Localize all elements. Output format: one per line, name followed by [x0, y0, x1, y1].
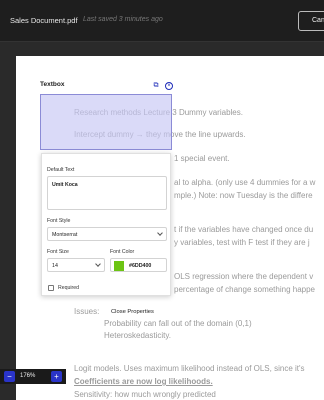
doc-line: percentage of change something happe — [174, 285, 315, 294]
doc-line: al to alpha. (only use 4 dummies for a w — [174, 178, 316, 187]
doc-line: Heteroskedasticity. — [104, 331, 171, 340]
saved-status: Last saved 3 minutes ago — [83, 16, 163, 23]
zoom-out-icon[interactable]: − — [4, 371, 15, 382]
font-size-label: Font Size — [47, 249, 69, 255]
font-size-select[interactable]: 14 — [47, 258, 105, 272]
close-properties-button[interactable]: Close Properties — [111, 309, 154, 315]
font-color-picker[interactable]: #6DD400 — [110, 258, 167, 272]
doc-line: Issues: — [74, 307, 100, 316]
required-checkbox[interactable] — [48, 285, 54, 291]
required-label: Required — [58, 285, 80, 291]
default-text-input[interactable]: Umit Koca — [47, 176, 167, 210]
copy-icon[interactable]: ⧉ — [152, 82, 160, 90]
doc-line: Probability can fall out of the domain (… — [104, 319, 252, 328]
doc-line: Logit models. Uses maximum likelihood in… — [74, 364, 305, 373]
close-circle-icon[interactable]: × — [165, 82, 173, 90]
textbox-field[interactable] — [40, 94, 172, 150]
doc-line: t if the variables have changed once du — [174, 225, 314, 234]
doc-line: 1 special event. — [174, 154, 230, 163]
doc-line: mple.) Note: now Tuesday is the differe — [174, 191, 313, 200]
chevron-down-icon — [95, 261, 101, 267]
doc-line: y variables, test with F test if they ar… — [174, 238, 310, 247]
font-style-select[interactable]: Montserrat — [47, 227, 167, 241]
doc-line: Coefficients are now log likelihoods. — [74, 377, 213, 386]
top-bar: Sales Document.pdf Last saved 3 minutes … — [0, 0, 324, 42]
zoom-bar: − 176% + — [0, 369, 66, 384]
font-style-value: Montserrat — [52, 232, 78, 238]
font-size-value: 14 — [52, 263, 58, 269]
font-color-value: #6DD400 — [129, 263, 152, 269]
doc-line: OLS regression where the dependent v — [174, 272, 314, 281]
zoom-level: 176% — [20, 373, 36, 379]
default-text-label: Default Text — [47, 167, 75, 173]
document-title: Sales Document.pdf — [10, 16, 78, 25]
zoom-in-icon[interactable]: + — [51, 371, 62, 382]
font-style-label: Font Style — [47, 218, 71, 224]
textbox-label: Textbox — [40, 81, 65, 88]
document-page: Research methods Lecture 3 Dummy variabl… — [16, 56, 324, 400]
properties-panel: Default Text Umit Koca Font Style Montse… — [41, 153, 171, 296]
color-swatch[interactable] — [114, 261, 124, 271]
doc-line: Sensitivity: how much wrongly predicted — [74, 390, 216, 399]
font-color-label: Font Color — [110, 249, 135, 255]
chevron-down-icon — [157, 230, 163, 236]
cancel-button[interactable]: Can — [298, 11, 324, 31]
